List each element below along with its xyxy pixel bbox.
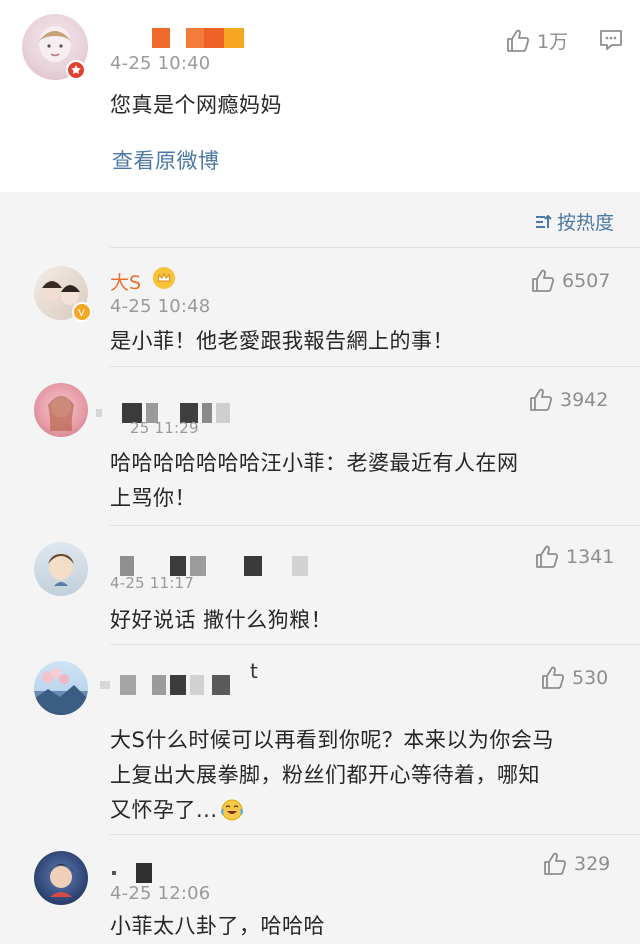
commenter-avatar[interactable] [34, 851, 88, 905]
thumb-up-icon [505, 28, 531, 54]
sort-by-hot-button[interactable]: 按热度 [533, 208, 614, 235]
comment-timestamp: 25 11:29 [130, 419, 199, 437]
post-text: 您真是个网瘾妈妈 [110, 93, 282, 117]
commenter-name-redacted [100, 675, 230, 695]
commenter-avatar[interactable] [34, 661, 88, 715]
comment-item: 25 11:29 哈哈哈哈哈哈哈汪小菲：老婆最近有人在网 上骂你！ 3942 [0, 367, 640, 525]
comment-like-button[interactable]: 1341 [534, 544, 614, 570]
comment-item: 4-25 11:17 好好说话 撒什么狗粮！ 1341 [0, 526, 640, 642]
comment-like-button[interactable]: 3942 [528, 387, 608, 413]
comment-like-count: 3942 [560, 389, 609, 411]
view-original-link[interactable]: 查看原微博 [112, 145, 220, 175]
svg-text:V: V [78, 308, 85, 319]
verified-badge-icon: V [72, 302, 92, 322]
verified-badge-icon [66, 60, 86, 80]
comment-like-button[interactable]: 530 [540, 665, 608, 691]
comment-like-count: 6507 [562, 270, 611, 292]
comment-item: t 大S什么时候可以再看到你呢？本来以为你会马 上复出大展拳脚，粉丝们都开心等待… [0, 645, 640, 835]
thumb-up-icon [530, 268, 556, 294]
comment-like-count: 1341 [566, 546, 615, 568]
comment-like-button[interactable]: 6507 [530, 268, 610, 294]
comment-icon[interactable] [598, 28, 624, 56]
commenter-name-redacted [112, 863, 152, 883]
commenter-name[interactable]: 大S [110, 268, 141, 295]
thumb-up-icon [542, 851, 568, 877]
comment-like-button[interactable]: 329 [542, 851, 610, 877]
post-like-count: 1万 [537, 31, 569, 53]
commenter-avatar[interactable] [34, 542, 88, 596]
thumb-up-icon [534, 544, 560, 570]
crown-badge-icon [152, 266, 176, 294]
commenter-name-redacted [120, 556, 308, 576]
comment-text-line: 又怀孕了... [110, 793, 244, 827]
comment-text-line: 大S什么时候可以再看到你呢？本来以为你会马 [110, 728, 554, 752]
laughing-crying-emoji-icon [220, 799, 243, 821]
comment-like-count: 530 [572, 667, 609, 689]
comment-text-line: 小菲太八卦了，哈哈哈 [110, 914, 325, 938]
comment-timestamp: 4-25 10:48 [110, 296, 211, 317]
sort-label: 按热度 [556, 212, 614, 234]
comment-item: V 大S 4-25 10:48 是小菲！他老愛跟我報告網上的事！ 6507 [0, 248, 640, 360]
comment-text-line: 哈哈哈哈哈哈哈汪小菲：老婆最近有人在网 [110, 451, 519, 475]
commenter-name-suffix: t [250, 659, 259, 683]
post-like-button[interactable]: 1万 [505, 27, 568, 54]
comment-like-count: 329 [574, 853, 611, 875]
thumb-up-icon [528, 387, 554, 413]
original-post: 4-25 10:40 您真是个网瘾妈妈 查看原微博 1万 [0, 0, 640, 192]
comment-text-line: 是小菲！他老愛跟我報告網上的事！ [110, 329, 454, 353]
comment-text-line: 好好说话 撒什么狗粮！ [110, 608, 333, 632]
commenter-avatar[interactable] [34, 383, 88, 437]
comment-text-line: 上骂你！ [110, 486, 196, 510]
comment-text-fragment: 又怀孕了... [110, 798, 218, 822]
post-author-name-redacted [152, 28, 244, 48]
post-timestamp: 4-25 10:40 [110, 53, 211, 74]
thumb-up-icon [540, 665, 566, 691]
comment-timestamp: 4-25 12:06 [110, 883, 211, 904]
sort-icon [535, 214, 552, 228]
comment-timestamp: 4-25 11:17 [110, 574, 195, 592]
comment-item: 4-25 12:06 小菲太八卦了，哈哈哈 329 [0, 835, 640, 944]
comment-text-line: 上复出大展拳脚，粉丝们都开心等待着，哪知 [110, 763, 540, 787]
